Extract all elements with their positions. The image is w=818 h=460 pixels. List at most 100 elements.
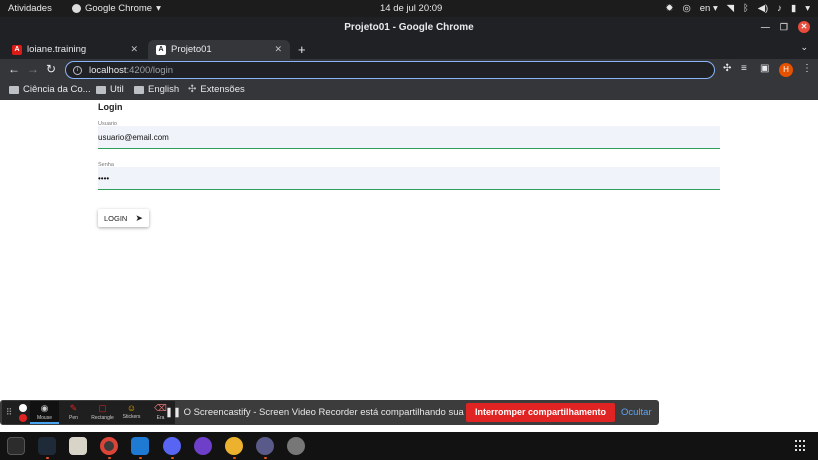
chevron-down-icon: ▾ [805, 3, 810, 14]
bookmarks-bar: Ciência da Co... Util English ✣ Extensõe… [0, 81, 818, 100]
bookmark-label: Ciência da Co... [23, 84, 91, 95]
tab-label: loiane.training [27, 44, 87, 55]
tab-projeto01[interactable]: A Projeto01 ✕ [148, 40, 290, 59]
reload-icon[interactable]: ↻ [46, 62, 56, 76]
tool-label: Pen [69, 415, 78, 421]
rectangle-icon: ▢ [98, 403, 107, 413]
running-indicator [233, 457, 236, 459]
back-arrow-icon[interactable]: ← [8, 62, 20, 76]
password-value: •••• [98, 174, 110, 183]
tab-strip: A loiane.training ✕ A Projeto01 ✕ + ⌄ [0, 38, 818, 59]
restore-icon[interactable]: ❐ [780, 22, 788, 33]
discord-icon[interactable] [163, 437, 181, 455]
battery-icon: ▮ [790, 3, 797, 14]
tool-label: Rectangle [91, 415, 114, 421]
new-tab-button[interactable]: + [298, 42, 306, 57]
sharing-message: ❚❚ O Screencastify - Screen Video Record… [165, 407, 484, 418]
folder-icon [134, 85, 144, 94]
stop-sharing-button[interactable]: Interromper compartilhamento [466, 403, 615, 422]
running-indicator [139, 457, 142, 459]
chevron-down-icon: ▾ [156, 3, 161, 14]
github-desktop-icon[interactable] [194, 437, 212, 455]
chrome-icon [72, 4, 81, 13]
bookmark-label: Extensões [200, 84, 245, 95]
angular-icon: A [156, 44, 166, 55]
bluetooth-icon: ᛒ [743, 3, 749, 14]
app-menu[interactable]: Google Chrome ▾ [72, 3, 161, 14]
recording-controls [16, 401, 30, 424]
close-window-icon[interactable]: ✕ [798, 21, 810, 33]
angular-icon: A [12, 44, 22, 55]
bookmark-util[interactable]: Util [96, 84, 124, 95]
screencastify-toolbar: ⠿ ◉ Mouse ✎ Pen ▢ Rectangle ☺ Stickers ⌫… [2, 401, 175, 424]
pen-icon: ✎ [69, 403, 78, 413]
sharing-message-text: O Screencastify - Screen Video Recorder … [183, 407, 485, 418]
window-controls: — ❐ ✕ [761, 21, 810, 33]
tab-search-chevron-icon[interactable]: ⌄ [800, 42, 808, 53]
tool-stickers[interactable]: ☺ Stickers [117, 401, 146, 424]
sticker-icon: ☺ [126, 403, 137, 413]
stop-recording-icon[interactable] [19, 414, 27, 422]
close-tab-icon[interactable]: ✕ [274, 44, 282, 55]
system-monitor-icon[interactable] [38, 437, 56, 455]
page-title: Login [98, 102, 123, 112]
files-icon[interactable] [69, 437, 87, 455]
username-value: usuario@email.com [98, 133, 169, 142]
volume-icon: ◀) [757, 3, 769, 14]
browser-toolbar: ← → ↻ i localhost:4200/login ✣ ≡ ▣ H ⋮ [0, 59, 818, 81]
media-queue-icon[interactable]: ≡ [741, 63, 747, 74]
app-icon[interactable] [256, 437, 274, 455]
bookmark-extensoes[interactable]: ✣ Extensões [188, 84, 245, 95]
clock[interactable]: 14 de jul 20:09 [380, 3, 442, 14]
running-indicator [171, 457, 174, 459]
chrome-icon[interactable] [100, 437, 118, 455]
pause-icon[interactable] [19, 404, 27, 412]
microphone-icon: ♪ [777, 3, 782, 14]
kebab-menu-icon[interactable]: ⋮ [802, 63, 812, 74]
tool-pen[interactable]: ✎ Pen [59, 401, 88, 424]
screencastify-bar: ⠿ ◉ Mouse ✎ Pen ▢ Rectangle ☺ Stickers ⌫… [0, 400, 659, 425]
vscode-icon[interactable] [131, 437, 149, 455]
running-indicator [264, 457, 267, 459]
side-panel-icon[interactable]: ▣ [760, 63, 769, 74]
running-indicator [108, 457, 111, 459]
close-tab-icon[interactable]: ✕ [130, 44, 138, 55]
keyboard-layout[interactable]: en ▾ [700, 3, 718, 14]
puzzle-icon: ✣ [188, 84, 197, 95]
tab-label: Projeto01 [171, 44, 212, 55]
puzzle-icon[interactable]: ✣ [723, 63, 731, 74]
drag-handle-icon[interactable]: ⠿ [2, 401, 16, 424]
login-button-label: LOGIN [104, 213, 128, 223]
tool-label: Era [156, 415, 165, 421]
page-content: Login Usuario usuario@email.com Senha ••… [0, 100, 818, 400]
profile-avatar[interactable]: H [779, 63, 793, 77]
minimize-icon[interactable]: — [761, 22, 770, 32]
terminal-icon[interactable] [7, 437, 25, 455]
tool-rectangle[interactable]: ▢ Rectangle [88, 401, 117, 424]
username-field[interactable]: usuario@email.com [98, 126, 720, 149]
tool-label: Stickers [122, 414, 141, 420]
system-tray[interactable]: ✹ ◎ en ▾ ◥ ᛒ ◀) ♪ ▮ ▾ [665, 3, 810, 14]
tab-loiane-training[interactable]: A loiane.training ✕ [4, 40, 146, 59]
password-field[interactable]: •••• [98, 167, 720, 190]
info-icon[interactable]: i [73, 65, 82, 75]
wifi-icon: ◥ [726, 3, 735, 14]
hide-button[interactable]: Ocultar [621, 407, 652, 418]
address-bar[interactable]: i localhost:4200/login [65, 61, 715, 79]
bookmark-label: English [148, 84, 180, 95]
tool-label: Mouse [36, 415, 52, 421]
screenshot-icon[interactable] [287, 437, 305, 455]
app-grid-icon[interactable] [795, 440, 807, 452]
discord-icon: ◎ [682, 3, 691, 14]
bookmark-ciencia[interactable]: Ciência da Co... [9, 84, 91, 95]
pause-bars-icon: ❚❚ [165, 407, 184, 418]
login-button[interactable]: LOGIN ➤ [98, 209, 149, 227]
window-titlebar: Projeto01 - Google Chrome — ❐ ✕ [0, 17, 818, 38]
bookmark-english[interactable]: English [134, 84, 179, 95]
tool-mouse[interactable]: ◉ Mouse [30, 401, 59, 424]
app-menu-label: Google Chrome [85, 3, 153, 14]
slack-icon[interactable] [225, 437, 243, 455]
activities-button[interactable]: Atividades [8, 3, 52, 14]
running-indicator [46, 457, 49, 459]
forward-arrow-icon[interactable]: → [27, 62, 39, 76]
